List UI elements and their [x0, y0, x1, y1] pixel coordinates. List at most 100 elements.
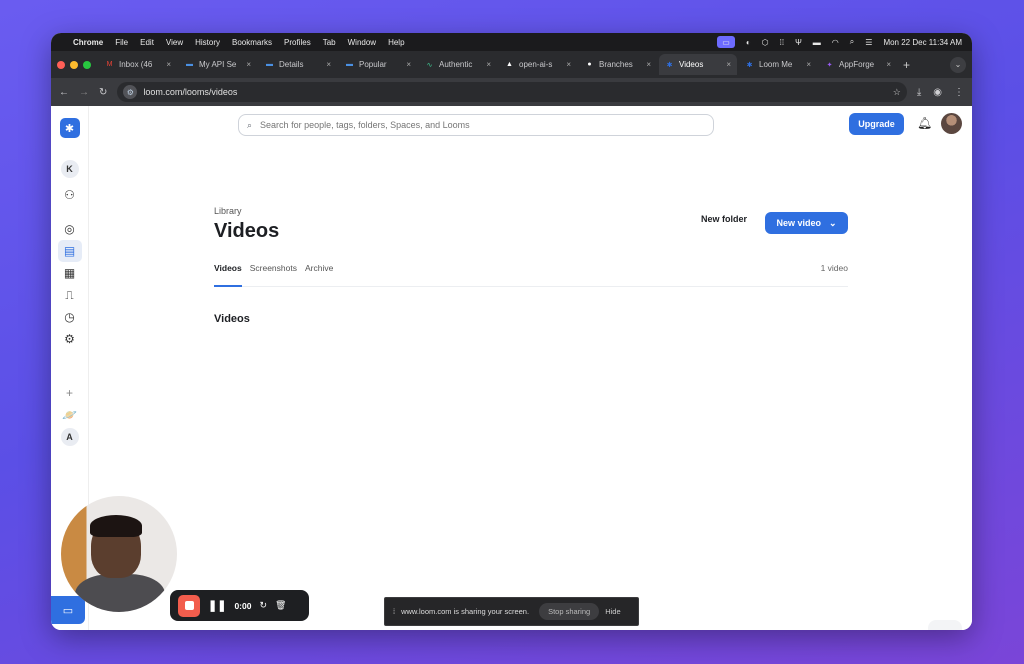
- close-window-button[interactable]: [57, 60, 65, 69]
- loom-page: ✱ K ⚇ ◎ ▤ ▦ ⎍ ◷ ⚙ + 🪐 A ▭ ⌕ Upgrade 🔔︎ L…: [51, 106, 972, 630]
- close-tab-icon[interactable]: ×: [406, 60, 411, 69]
- space-avatar[interactable]: A: [60, 428, 79, 446]
- pause-icon[interactable]: ❚❚: [208, 599, 226, 612]
- browser-tab[interactable]: ∿ Authentic ×: [419, 54, 497, 75]
- status-icon-1[interactable]: ◐: [746, 38, 751, 47]
- stop-recording-button[interactable]: [178, 594, 200, 617]
- invite-user-icon[interactable]: ⚇: [58, 184, 82, 206]
- browser-tab-label: Loom Me: [759, 60, 793, 69]
- profile-icon[interactable]: ◎: [58, 218, 82, 240]
- browser-tab[interactable]: ▲ open-ai-s ×: [499, 54, 577, 75]
- bookmark-icon[interactable]: ⎍: [58, 284, 82, 306]
- user-avatar[interactable]: [941, 113, 962, 134]
- zoom-window-button[interactable]: [83, 60, 91, 69]
- battery-icon[interactable]: ▬: [813, 38, 821, 47]
- close-tab-icon[interactable]: ×: [886, 60, 891, 69]
- browser-tab[interactable]: ▬ Details ×: [259, 54, 337, 75]
- browser-tab[interactable]: ✱ Loom Me ×: [739, 54, 817, 75]
- upgrade-button[interactable]: Upgrade: [849, 113, 904, 135]
- close-tab-icon[interactable]: ×: [566, 60, 571, 69]
- loom-icon: ✱: [746, 61, 753, 69]
- new-folder-button[interactable]: New folder: [701, 214, 747, 224]
- close-tab-icon[interactable]: ×: [486, 60, 491, 69]
- kebab-menu-icon[interactable]: ⋮: [954, 87, 964, 98]
- reload-icon[interactable]: ↻: [99, 87, 107, 98]
- search-bar[interactable]: ⌕: [238, 114, 714, 136]
- browser-tab[interactable]: ● Branches ×: [579, 54, 657, 75]
- stop-sharing-button[interactable]: Stop sharing: [539, 603, 600, 620]
- control-center-icon[interactable]: ☰: [865, 38, 872, 47]
- workspace-avatar[interactable]: K: [60, 160, 79, 178]
- menu-file[interactable]: File: [115, 38, 128, 47]
- menu-help[interactable]: Help: [388, 38, 404, 47]
- close-tab-icon[interactable]: ×: [726, 60, 731, 69]
- tab-list: M Inbox (46 × ▬ My API Se × ▬ Details × ▬ Popular ×…: [99, 54, 897, 75]
- chevron-down-icon[interactable]: ⌄: [829, 218, 837, 229]
- webcam-bubble[interactable]: [61, 496, 177, 612]
- menubar-status-area: ▭ ◐ ⬡ ⁞⁞ Ψ ▬ ◠ ⌕ ☰ Mon 22 Dec 11:34 AM: [717, 36, 962, 48]
- menu-edit[interactable]: Edit: [140, 38, 154, 47]
- trash-icon[interactable]: 🗑︎: [275, 600, 286, 611]
- back-icon[interactable]: ←: [59, 87, 69, 98]
- search-input[interactable]: [260, 120, 705, 130]
- menu-history[interactable]: History: [195, 38, 220, 47]
- macos-menubar: Chrome File Edit View History Bookmarks …: [51, 33, 972, 51]
- menubar-datetime[interactable]: Mon 22 Dec 11:34 AM: [883, 38, 962, 47]
- browser-tab[interactable]: ✦ AppForge ×: [819, 54, 897, 75]
- minimize-window-button[interactable]: [70, 60, 78, 69]
- menu-tab[interactable]: Tab: [323, 38, 336, 47]
- explore-planet-icon[interactable]: 🪐: [58, 404, 82, 426]
- browser-tab-label: Details: [279, 60, 304, 69]
- url-text[interactable]: loom.com/looms/videos: [143, 87, 237, 97]
- tab-archive[interactable]: Archive: [305, 263, 333, 287]
- settings-gear-icon[interactable]: ⚙: [58, 328, 82, 350]
- new-video-button[interactable]: New video ⌄: [765, 212, 848, 234]
- menu-view[interactable]: View: [166, 38, 183, 47]
- drag-handle-icon[interactable]: ⁞: [393, 607, 395, 616]
- menu-window[interactable]: Window: [348, 38, 376, 47]
- tab-search-button[interactable]: ⌄: [950, 56, 966, 73]
- menu-app-name[interactable]: Chrome: [73, 38, 103, 47]
- menu-profiles[interactable]: Profiles: [284, 38, 311, 47]
- github-icon: ●: [587, 61, 592, 68]
- loom-logo-icon[interactable]: ✱: [59, 118, 80, 138]
- extension-icon[interactable]: ◉: [933, 87, 942, 98]
- status-icon-2[interactable]: ⬡: [762, 38, 769, 47]
- browser-tab[interactable]: ▬ Popular ×: [339, 54, 417, 75]
- browser-tab-label: Branches: [599, 60, 633, 69]
- address-bar[interactable]: ⚙ loom.com/looms/videos ☆: [117, 82, 907, 102]
- new-tab-button[interactable]: +: [903, 58, 910, 72]
- video-count: 1 video: [820, 263, 848, 273]
- wireless-mic-icon[interactable]: Ψ: [795, 38, 802, 47]
- close-tab-icon[interactable]: ×: [646, 60, 651, 69]
- notifications-bell-icon[interactable]: 🔔︎: [917, 116, 932, 130]
- wifi-icon[interactable]: ◠: [832, 38, 839, 47]
- close-tab-icon[interactable]: ×: [806, 60, 811, 69]
- close-tab-icon[interactable]: ×: [326, 60, 331, 69]
- tab-screenshots[interactable]: Screenshots: [250, 263, 297, 287]
- library-icon[interactable]: ▤: [57, 240, 82, 262]
- browser-tab[interactable]: M Inbox (46 ×: [99, 54, 177, 75]
- help-button[interactable]: ?: [928, 620, 962, 630]
- close-tab-icon[interactable]: ×: [246, 60, 251, 69]
- download-icon[interactable]: ⤓: [917, 87, 921, 98]
- restart-icon[interactable]: ↻: [259, 600, 267, 611]
- browser-tab[interactable]: ▬ My API Se ×: [179, 54, 257, 75]
- breadcrumb[interactable]: Library: [214, 206, 242, 216]
- site-info-icon[interactable]: ⚙: [123, 85, 138, 99]
- screen-record-icon[interactable]: ▭: [717, 36, 735, 48]
- hide-button[interactable]: Hide: [605, 607, 620, 616]
- calendar-icon[interactable]: ▦: [58, 262, 82, 284]
- menu-bookmarks[interactable]: Bookmarks: [232, 38, 272, 47]
- forward-icon[interactable]: →: [79, 87, 89, 98]
- browser-toolbar: ← → ↻ ⚙ loom.com/looms/videos ☆ ⤓ ◉ ⋮: [51, 78, 972, 106]
- close-tab-icon[interactable]: ×: [166, 60, 171, 69]
- tab-videos[interactable]: Videos: [214, 263, 242, 287]
- browser-tab[interactable]: ✱ Videos ×: [659, 54, 737, 75]
- bookmark-star-icon[interactable]: ☆: [893, 87, 901, 98]
- grid-icon[interactable]: ⁞⁞: [780, 38, 784, 47]
- history-clock-icon[interactable]: ◷: [58, 306, 82, 328]
- gmail-icon: M: [106, 61, 113, 68]
- add-space-icon[interactable]: +: [58, 382, 82, 404]
- spotlight-search-icon[interactable]: ⌕: [850, 37, 854, 47]
